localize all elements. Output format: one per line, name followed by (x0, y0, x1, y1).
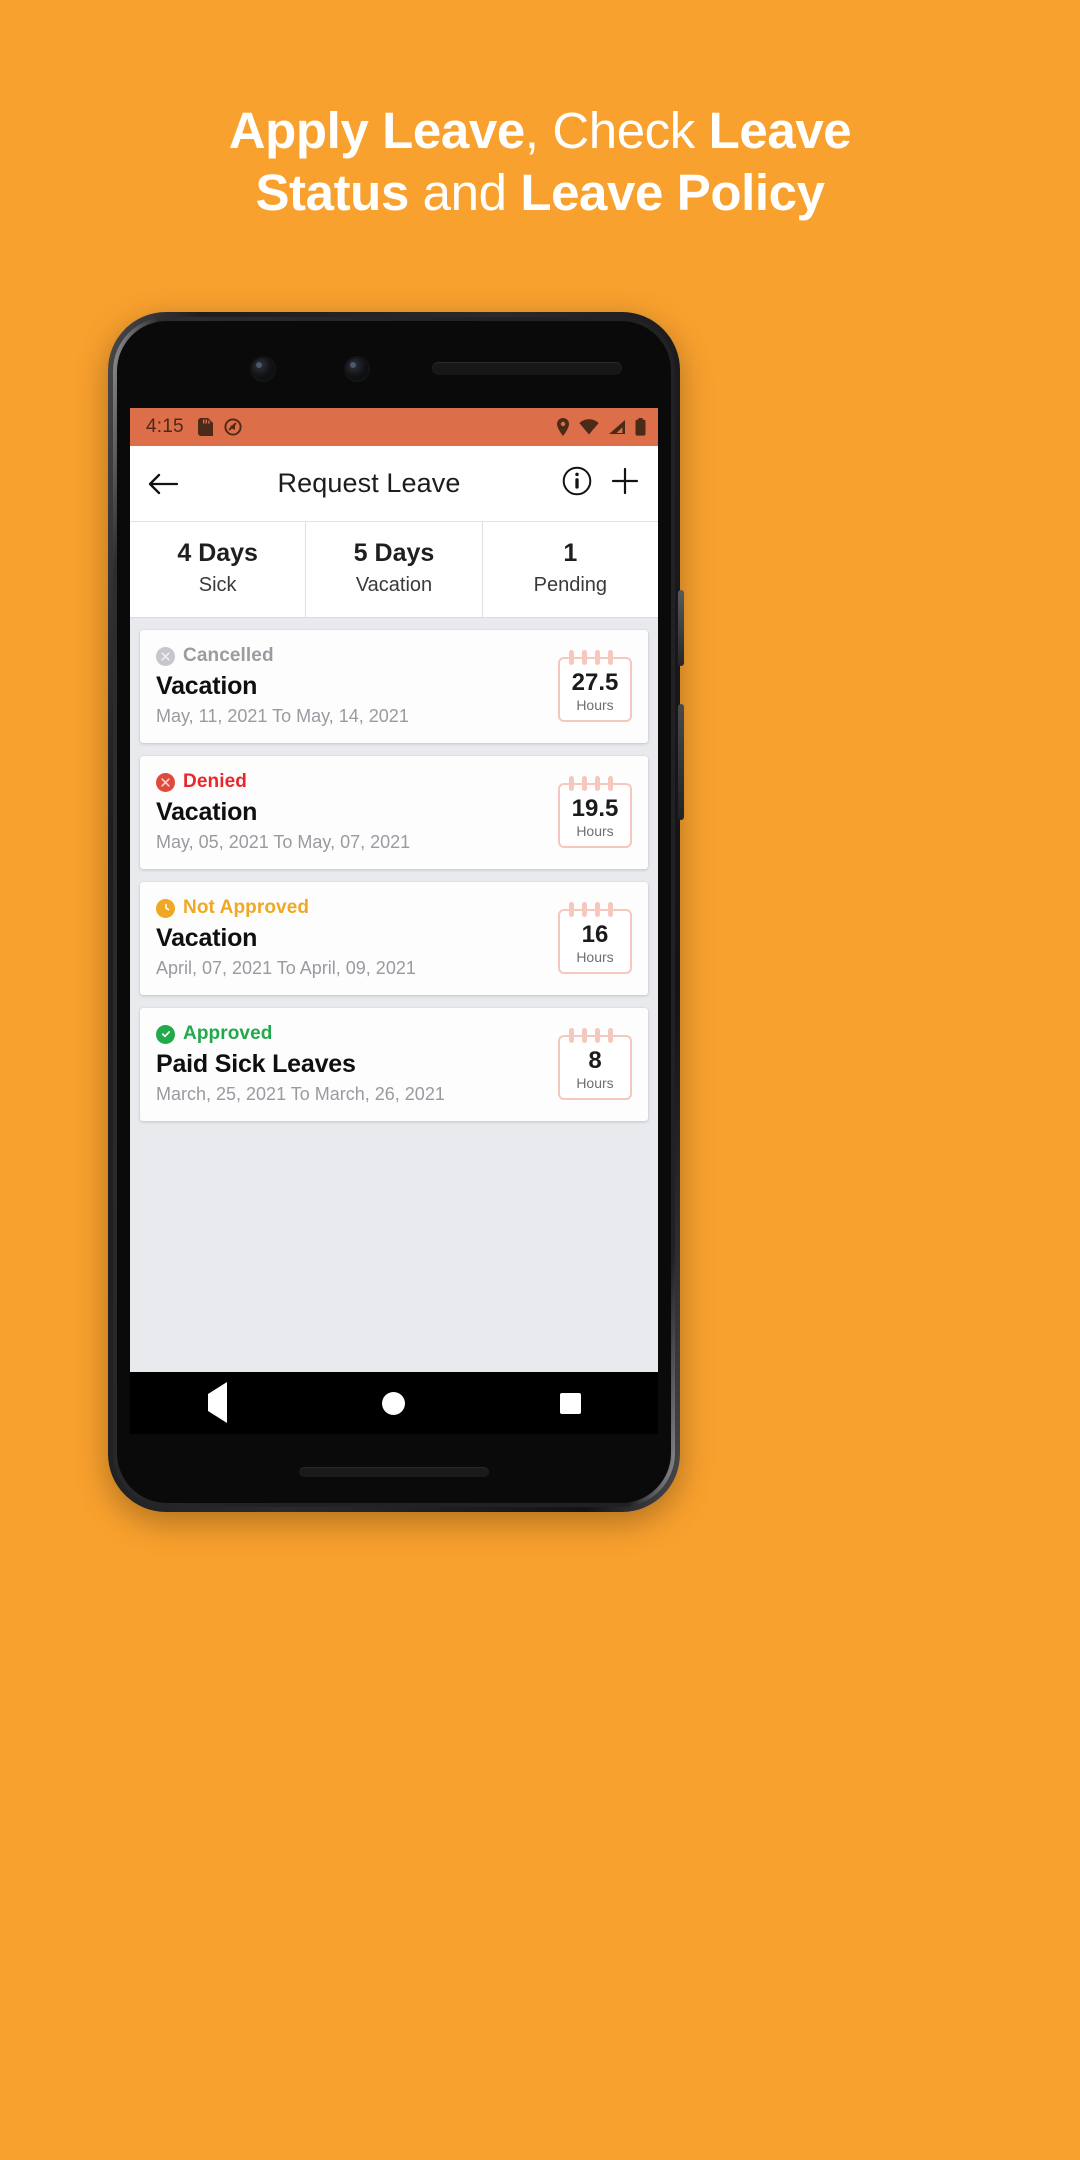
hours-unit: Hours (576, 696, 614, 713)
back-arrow-icon (148, 473, 178, 494)
status-bar: 4:15 (130, 408, 658, 446)
promo-bold-status: Status (255, 164, 409, 222)
list-item[interactable]: Not Approved Vacation April, 07, 2021 To… (140, 882, 648, 995)
toolbar-actions (544, 466, 640, 501)
leave-card-content: Not Approved Vacation April, 07, 2021 To… (156, 897, 546, 979)
calendar-rings (558, 902, 632, 917)
hours-value: 19.5 (571, 794, 619, 822)
status-label: Not Approved (183, 897, 310, 918)
phone-mockup: 4:15 Request Leave 4 Days Sick 5 Days Va… (108, 312, 684, 1512)
status-label: Cancelled (183, 645, 274, 666)
front-camera-icon (252, 358, 274, 380)
page-title: Request Leave (277, 468, 461, 498)
stat-pending[interactable]: 1 Pending (483, 522, 658, 617)
bottom-speaker (299, 1467, 489, 1477)
stat-vacation[interactable]: 5 Days Vacation (306, 522, 483, 617)
stat-label: Pending (533, 574, 608, 596)
info-icon (562, 466, 592, 496)
calendar-rings (558, 650, 632, 665)
leave-date-range: March, 25, 2021 To March, 26, 2021 (156, 1084, 445, 1104)
promo-bold-leave-policy: Leave Policy (520, 164, 825, 222)
list-item[interactable]: Denied Vacation May, 05, 2021 To May, 07… (140, 756, 648, 869)
leave-stats-row: 4 Days Sick 5 Days Vacation 1 Pending (130, 522, 658, 618)
stat-label: Vacation (355, 574, 433, 596)
deny-circle-icon (156, 772, 175, 792)
nav-recents-square-icon[interactable] (559, 1392, 581, 1414)
front-camera-secondary-icon (346, 358, 368, 380)
silent-mode-icon (224, 418, 242, 436)
promo-headline-line-1: Apply Leave, Check Leave (70, 100, 1010, 162)
phone-top-hardware (108, 334, 680, 398)
hours-unit: Hours (576, 1074, 614, 1091)
status-label: Denied (183, 771, 247, 792)
promo-headline-line-2: Status and Leave Policy (70, 162, 1010, 224)
list-item[interactable]: Cancelled Vacation May, 11, 2021 To May,… (140, 630, 648, 743)
wifi-icon (579, 419, 599, 435)
hours-badge: 27.5 Hours (558, 650, 632, 722)
hours-badge: 8 Hours (558, 1028, 632, 1100)
status-label: Approved (183, 1023, 273, 1044)
add-leave-button[interactable] (610, 466, 640, 501)
leave-type-title: Vacation (156, 798, 258, 826)
promo-bold-apply-leave: Apply Leave (228, 102, 525, 159)
clock-circle-icon (156, 898, 175, 918)
earpiece-speaker (432, 362, 622, 375)
promo-regular-check: , Check (524, 102, 709, 159)
nav-home-circle-icon[interactable] (381, 1391, 405, 1415)
leave-date-range: May, 05, 2021 To May, 07, 2021 (156, 832, 411, 852)
status-badge: Denied (156, 771, 546, 793)
hours-unit: Hours (576, 948, 614, 965)
power-button[interactable] (678, 590, 684, 666)
stat-label: Sick (198, 574, 237, 596)
leave-date-range: May, 11, 2021 To May, 14, 2021 (156, 706, 409, 726)
leave-type-title: Vacation (156, 672, 258, 700)
hours-value: 27.5 (571, 668, 619, 696)
leave-type-title: Paid Sick Leaves (156, 1050, 356, 1078)
phone-screen: 4:15 Request Leave 4 Days Sick 5 Days Va… (130, 408, 658, 1434)
volume-button[interactable] (678, 704, 684, 820)
leave-card-content: Denied Vacation May, 05, 2021 To May, 07… (156, 771, 546, 853)
list-item[interactable]: Approved Paid Sick Leaves March, 25, 202… (140, 1008, 648, 1121)
status-bar-left-icons (197, 418, 242, 436)
hours-badge: 19.5 Hours (558, 776, 632, 848)
promo-bold-leave: Leave (708, 102, 852, 159)
check-circle-icon (156, 1024, 175, 1044)
leave-request-list: Cancelled Vacation May, 11, 2021 To May,… (130, 618, 658, 1121)
hours-value: 8 (588, 1046, 602, 1074)
leave-date-range: April, 07, 2021 To April, 09, 2021 (156, 958, 416, 978)
stat-value: 4 Days (177, 539, 258, 567)
hours-unit: Hours (576, 822, 614, 839)
sd-card-icon (197, 418, 213, 436)
status-badge: Not Approved (156, 897, 546, 919)
back-button[interactable] (148, 472, 194, 496)
stat-value: 5 Days (353, 539, 435, 567)
status-bar-time: 4:15 (146, 416, 184, 437)
calendar-rings (558, 776, 632, 791)
plus-icon (611, 467, 639, 495)
promo-headline: Apply Leave, Check Leave Status and Leav… (0, 100, 1080, 224)
info-button[interactable] (562, 466, 592, 501)
status-bar-right-icons (556, 418, 646, 436)
status-badge: Cancelled (156, 645, 546, 667)
promo-regular-and: and (408, 164, 521, 222)
phone-bottom-hardware (108, 1462, 680, 1482)
leave-card-content: Approved Paid Sick Leaves March, 25, 202… (156, 1023, 546, 1105)
hours-badge: 16 Hours (558, 902, 632, 974)
calendar-rings (558, 1028, 632, 1043)
location-icon (557, 418, 569, 436)
signal-icon (609, 420, 625, 434)
stat-sick[interactable]: 4 Days Sick (130, 522, 307, 617)
status-badge: Approved (156, 1023, 546, 1045)
leave-card-content: Cancelled Vacation May, 11, 2021 To May,… (156, 645, 546, 727)
hours-value: 16 (581, 920, 609, 948)
android-navigation-bar (130, 1372, 658, 1434)
app-toolbar: Request Leave (130, 446, 658, 522)
cancel-circle-icon (156, 646, 175, 666)
nav-back-triangle-icon[interactable] (207, 1382, 227, 1423)
stat-value: 1 (563, 539, 578, 567)
battery-icon (635, 418, 646, 436)
leave-type-title: Vacation (156, 924, 258, 952)
